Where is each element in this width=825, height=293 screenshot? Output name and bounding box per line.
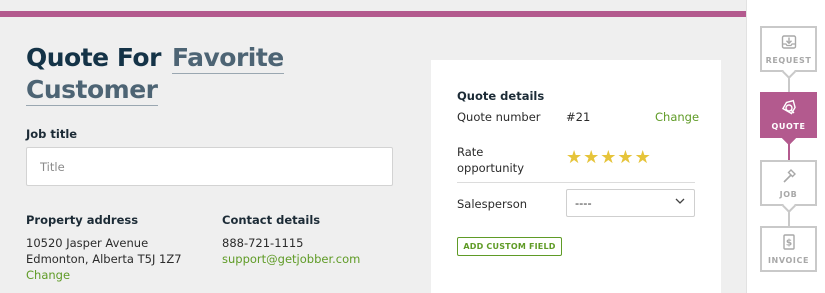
contact-phone[interactable]: 888-721-1115 (222, 236, 303, 250)
quote-tag-icon (781, 99, 796, 115)
page-title: Quote For Favorite Customer (26, 42, 326, 106)
step-invoice-label: INVOICE (767, 256, 810, 265)
contact-details-label: Contact details (222, 213, 321, 227)
inbox-download-icon (781, 35, 796, 49)
quote-number-value: #21 (566, 110, 591, 124)
client-name-first[interactable]: Favorite (172, 42, 284, 74)
star-icon[interactable]: ★ (635, 149, 651, 167)
add-custom-field-button[interactable]: ADD CUSTOM FIELD (457, 237, 562, 256)
title-prefix: Quote For (26, 43, 161, 72)
salesperson-select[interactable]: ---- (566, 189, 695, 217)
job-title-label: Job title (26, 127, 78, 141)
property-address-label: Property address (26, 213, 139, 227)
job-title-input[interactable] (26, 147, 393, 186)
contact-email-link[interactable]: support@getjobber.com (222, 252, 360, 266)
rate-label-line1: Rate (457, 145, 484, 159)
change-quote-number-link[interactable]: Change (655, 110, 699, 124)
address-line-2: Edmonton, Alberta T5J 1Z7 (26, 252, 182, 266)
star-icon[interactable]: ★ (566, 149, 582, 167)
star-icon[interactable]: ★ (583, 149, 599, 167)
quote-number-label: Quote number (457, 110, 541, 124)
client-name-last[interactable]: Customer (26, 74, 158, 106)
quote-page: Quote For Favorite Customer Job title Pr… (0, 0, 825, 293)
star-icon[interactable]: ★ (600, 149, 616, 167)
salesperson-value: ---- (575, 196, 592, 210)
star-icon[interactable]: ★ (617, 149, 633, 167)
salesperson-label: Salesperson (457, 197, 528, 211)
dollar-document-icon: $ (782, 234, 795, 250)
rate-label-line2: opportunity (457, 161, 524, 175)
chevron-down-icon (675, 198, 685, 204)
hammer-icon (782, 169, 796, 183)
address-line-1: 10520 Jasper Avenue (26, 236, 149, 250)
quote-details-heading: Quote details (457, 89, 545, 103)
details-divider (457, 182, 695, 183)
change-address-link[interactable]: Change (26, 268, 70, 282)
step-invoice[interactable]: $ INVOICE (760, 226, 817, 272)
accent-bar (0, 11, 746, 17)
rating-stars[interactable]: ★ ★ ★ ★ ★ (566, 149, 651, 167)
svg-text:$: $ (785, 239, 791, 249)
